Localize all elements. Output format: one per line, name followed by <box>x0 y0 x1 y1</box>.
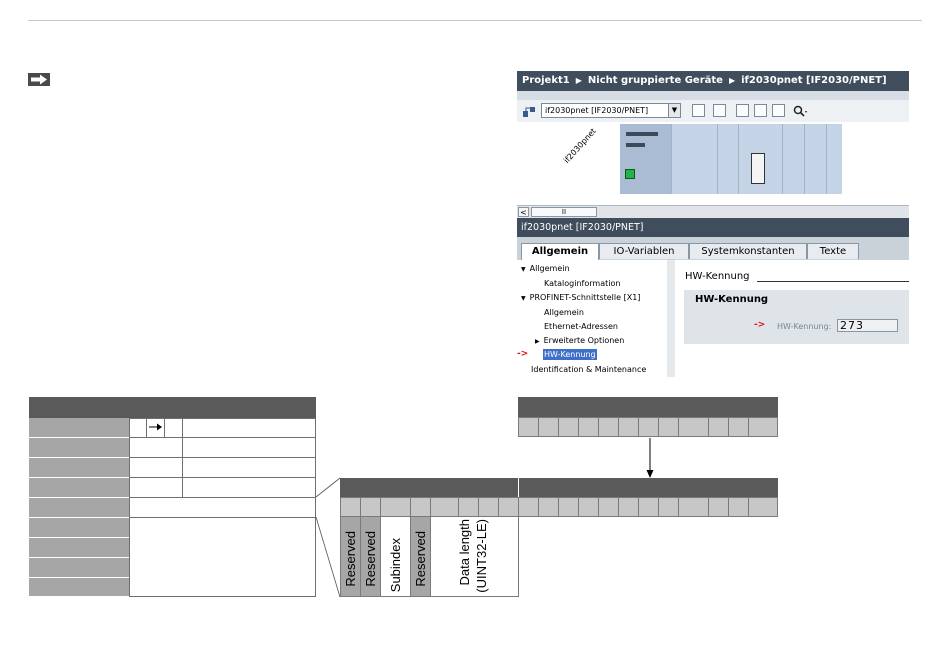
connector-lines <box>315 438 654 598</box>
